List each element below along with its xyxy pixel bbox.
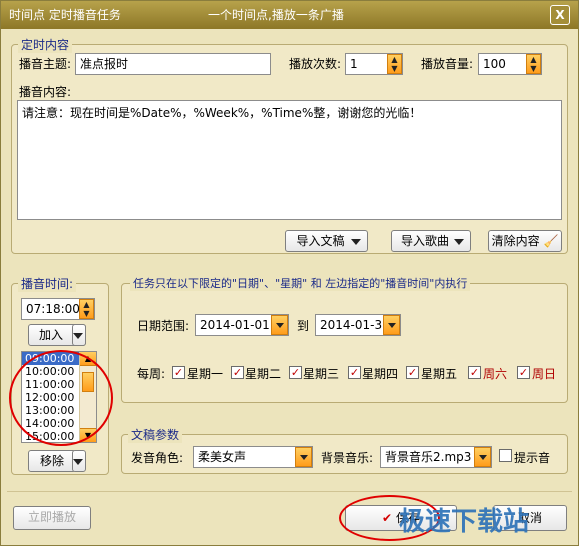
- label-thursday: 星期四: [362, 367, 399, 381]
- checkbox-thursday[interactable]: ✓: [348, 366, 361, 379]
- date-range-label: 日期范围:: [137, 319, 190, 333]
- window-title: 时间点 定时播音任务: [9, 8, 121, 22]
- checkbox-wednesday[interactable]: ✓: [289, 366, 302, 379]
- date-to-label: 到: [297, 319, 310, 333]
- checkbox-friday[interactable]: ✓: [406, 366, 419, 379]
- label-tuesday: 星期二: [245, 367, 282, 381]
- times-input[interactable]: 1 ▲ ▼: [345, 53, 403, 75]
- chevron-down-icon[interactable]: [295, 447, 312, 467]
- label-monday: 星期一: [187, 367, 224, 381]
- dialog-window: 时间点 定时播音任务 一个时间点,播放一条广播 X 定时内容 播音主题: 准点报…: [0, 0, 579, 546]
- volume-value: 100: [483, 57, 506, 71]
- hint-sound-label: 提示音: [514, 451, 551, 465]
- times-label: 播放次数:: [289, 57, 342, 71]
- import-song-button[interactable]: 导入歌曲: [391, 230, 471, 252]
- add-time-label: 加入: [38, 328, 63, 342]
- import-doc-label: 导入文稿: [296, 234, 345, 248]
- times-value: 1: [350, 57, 358, 71]
- watermark-text: 极速下载站: [399, 507, 530, 537]
- chevron-down-icon: [73, 459, 83, 465]
- checkbox-monday[interactable]: ✓: [172, 366, 185, 379]
- volume-spinner[interactable]: ▲ ▼: [526, 54, 541, 74]
- label-wednesday: 星期三: [303, 367, 340, 381]
- times-spinner[interactable]: ▲ ▼: [387, 54, 402, 74]
- play-now-label: 立即播放: [27, 510, 76, 524]
- volume-label: 播放音量:: [421, 57, 474, 71]
- checkbox-sunday[interactable]: ✓: [517, 366, 530, 379]
- chevron-down-icon: [351, 239, 361, 245]
- date-from-value: 2014-01-01: [200, 318, 270, 332]
- label-saturday: 周六: [483, 367, 508, 381]
- clear-content-button[interactable]: 清除内容 🧹: [488, 230, 562, 252]
- add-time-dropdown[interactable]: [72, 324, 86, 346]
- broom-icon: 🧹: [543, 234, 559, 248]
- voice-value: 柔美女声: [198, 450, 247, 464]
- limits-group: 任务只在以下限定的"日期"、"星期" 和 左边指定的"播音时间"内执行: [121, 275, 568, 403]
- annotation-circle: [9, 350, 113, 446]
- content-label: 播音内容:: [19, 85, 72, 99]
- title-bar: 时间点 定时播音任务 一个时间点,播放一条广播 X: [1, 1, 578, 29]
- time-value: 07:18:00: [26, 302, 80, 316]
- hint-sound-checkbox[interactable]: [499, 449, 512, 462]
- date-to-value: 2014-01-31: [320, 318, 390, 332]
- weekly-label: 每周:: [137, 367, 166, 381]
- timed-content-title: 定时内容: [18, 36, 73, 53]
- bgm-value: 背景音乐2.mp3: [385, 450, 472, 464]
- clear-content-label: 清除内容: [491, 234, 540, 248]
- content-textarea[interactable]: 请注意：现在时间是%Date%，%Week%，%Time%整，谢谢您的光临！: [17, 100, 562, 220]
- chevron-down-icon[interactable]: [474, 447, 491, 467]
- import-doc-button[interactable]: 导入文稿: [285, 230, 368, 252]
- remove-time-button[interactable]: 移除: [28, 450, 76, 472]
- time-input[interactable]: 07:18:00 ▲ ▼: [21, 298, 95, 320]
- play-now-button[interactable]: 立即播放: [13, 506, 91, 530]
- import-song-label: 导入歌曲: [400, 234, 449, 248]
- date-to-calendar-icon[interactable]: [383, 315, 400, 335]
- window-subtitle: 一个时间点,播放一条广播: [208, 8, 344, 22]
- checkbox-tuesday[interactable]: ✓: [231, 366, 244, 379]
- bgm-label: 背景音乐:: [321, 451, 374, 465]
- time-spinner[interactable]: ▲ ▼: [79, 299, 94, 319]
- doc-params-title: 文稿参数: [128, 426, 183, 443]
- voice-select[interactable]: 柔美女声: [193, 446, 313, 468]
- date-from-input[interactable]: 2014-01-01: [195, 314, 289, 336]
- footer-divider: [7, 491, 572, 492]
- date-from-calendar-icon[interactable]: [271, 315, 288, 335]
- remove-time-dropdown[interactable]: [72, 450, 86, 472]
- schedule-title: 播音时间:: [18, 275, 77, 292]
- subject-input[interactable]: 准点报时: [75, 53, 271, 75]
- voice-label: 发音角色:: [131, 451, 184, 465]
- chevron-down-icon: [454, 239, 464, 245]
- limits-title: 任务只在以下限定的"日期"、"星期" 和 左边指定的"播音时间"内执行: [130, 275, 471, 291]
- label-sunday: 周日: [532, 367, 557, 381]
- date-to-input[interactable]: 2014-01-31: [315, 314, 401, 336]
- label-friday: 星期五: [421, 367, 458, 381]
- remove-time-label: 移除: [39, 454, 64, 468]
- bgm-select[interactable]: 背景音乐2.mp3: [380, 446, 492, 468]
- volume-input[interactable]: 100 ▲ ▼: [478, 53, 542, 75]
- close-button[interactable]: X: [550, 5, 570, 25]
- chevron-down-icon: [73, 333, 83, 339]
- checkbox-saturday[interactable]: ✓: [468, 366, 481, 379]
- subject-label: 播音主题:: [19, 57, 72, 71]
